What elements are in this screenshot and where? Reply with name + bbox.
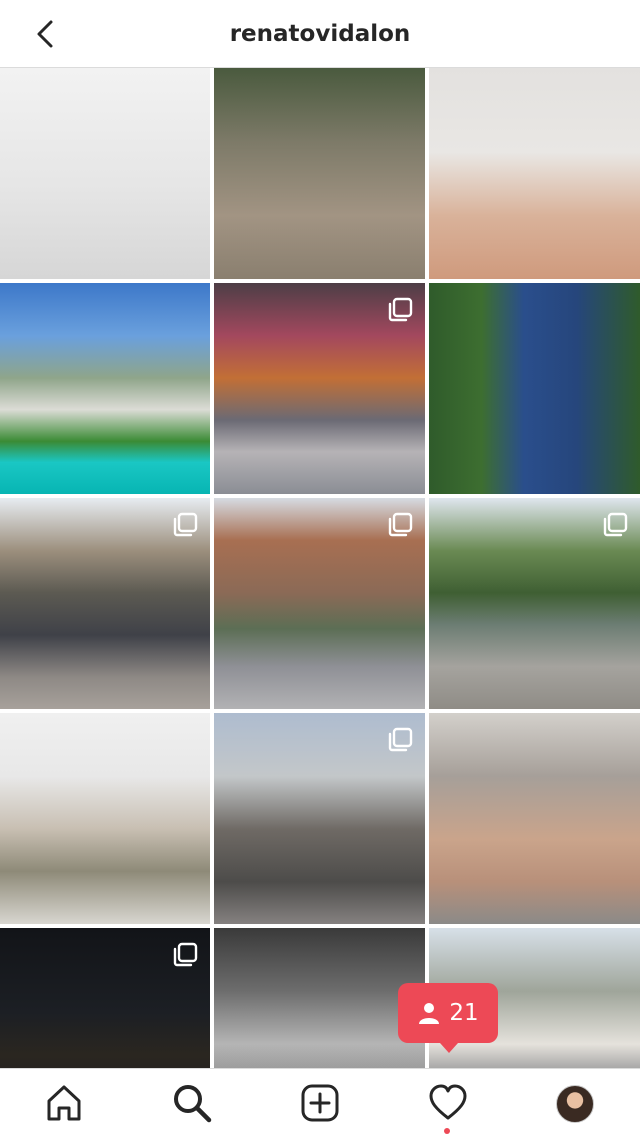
post-thumbnail[interactable] (429, 498, 640, 709)
post-thumbnail[interactable] (429, 283, 640, 494)
multiple-photos-icon (388, 512, 413, 537)
add-post-icon[interactable] (300, 1083, 340, 1123)
home-icon[interactable] (44, 1083, 84, 1123)
post-thumbnail[interactable] (0, 928, 210, 1068)
multiple-photos-icon (388, 727, 413, 752)
post-thumbnail[interactable] (0, 498, 210, 709)
post-thumbnail[interactable] (0, 283, 210, 494)
bottom-navigation (0, 1068, 640, 1138)
multiple-photos-icon (603, 512, 628, 537)
post-thumbnail[interactable] (0, 68, 210, 279)
post-thumbnail[interactable] (214, 68, 425, 279)
post-thumbnail[interactable] (0, 713, 210, 924)
multiple-photos-icon (173, 942, 198, 967)
top-header: renatovidalon (0, 0, 640, 68)
multiple-photos-icon (388, 297, 413, 322)
post-thumbnail[interactable] (214, 713, 425, 924)
activity-heart-icon[interactable] (428, 1083, 468, 1123)
notification-count: 21 (449, 1000, 479, 1026)
search-icon[interactable] (172, 1083, 212, 1123)
followers-notification-badge[interactable]: 21 (398, 983, 498, 1053)
posts-grid (0, 68, 640, 1068)
post-thumbnail[interactable] (214, 928, 425, 1068)
multiple-photos-icon (173, 512, 198, 537)
person-icon (419, 1003, 440, 1024)
post-thumbnail[interactable] (429, 713, 640, 924)
post-thumbnail[interactable] (214, 498, 425, 709)
back-button[interactable] (30, 18, 60, 50)
profile-avatar[interactable] (556, 1085, 594, 1123)
post-thumbnail[interactable] (429, 68, 640, 279)
profile-username-title: renatovidalon (229, 20, 411, 47)
activity-notification-dot (444, 1128, 450, 1134)
post-thumbnail[interactable] (214, 283, 425, 494)
